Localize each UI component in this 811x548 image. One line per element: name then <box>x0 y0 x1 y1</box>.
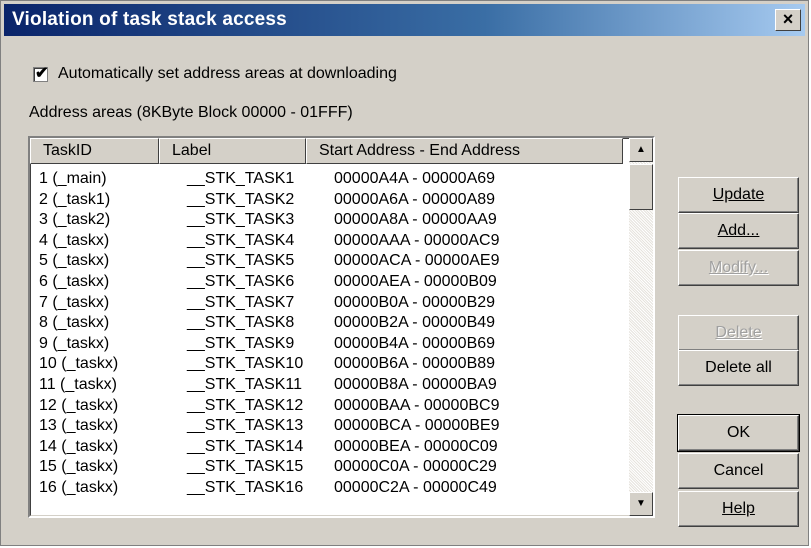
task-id-cell: 10 (_taskx) <box>39 355 119 373</box>
task-id-cell: 6 (_taskx) <box>39 272 110 290</box>
address-range-cell: 00000BCA - 00000BE9 <box>334 417 500 435</box>
cancel-button[interactable]: Cancel <box>678 453 799 489</box>
delete-button-label: Delete <box>715 324 762 341</box>
check-mark-icon: ✔ <box>35 64 49 82</box>
table-row[interactable]: 9 (_taskx) __STK_TASK9 00000B4A - 00000B69 <box>30 335 628 356</box>
table-row[interactable]: 4 (_taskx) __STK_TASK4 00000AAA - 00000AC9 <box>30 232 628 253</box>
add-button-label: Add... <box>717 222 760 239</box>
table-row[interactable]: 1 (_main) __STK_TASK1 00000A4A - 00000A69 <box>30 170 628 191</box>
label-cell: __STK_TASK13 <box>187 417 304 435</box>
add-button[interactable]: Add... <box>678 213 799 249</box>
title-bar[interactable]: Violation of task stack access × <box>4 4 805 36</box>
task-id-cell: 13 (_taskx) <box>39 417 119 435</box>
address-range-cell: 00000C2A - 00000C49 <box>334 478 497 496</box>
label-cell: __STK_TASK12 <box>187 396 304 414</box>
address-range-cell: 00000A6A - 00000A89 <box>334 190 496 208</box>
label-cell: __STK_TASK5 <box>187 252 295 270</box>
label-cell: __STK_TASK14 <box>187 437 304 455</box>
address-areas-list[interactable]: TaskID Label Start Address - End Address… <box>28 136 655 518</box>
update-button-label: Update <box>712 186 765 203</box>
list-rows: 1 (_main) __STK_TASK1 00000A4A - 00000A69 2… <box>30 170 628 500</box>
table-row[interactable]: 12 (_taskx) __STK_TASK12 00000BAA - 00000B… <box>30 397 628 418</box>
modify-button[interactable]: Modify... <box>678 250 799 286</box>
table-row[interactable]: 6 (_taskx) __STK_TASK6 00000AEA - 00000B09 <box>30 273 628 294</box>
address-range-cell: 00000BEA - 00000C09 <box>334 437 498 455</box>
auto-set-option[interactable]: ✔ Automatically set address areas at dow… <box>33 63 397 85</box>
table-row[interactable]: 2 (_task1) __STK_TASK2 00000A6A - 00000A89 <box>30 191 628 212</box>
label-cell: __STK_TASK10 <box>187 355 304 373</box>
table-row[interactable]: 11 (_taskx) __STK_TASK11 00000B8A - 00000B… <box>30 376 628 397</box>
close-button[interactable]: × <box>775 9 801 31</box>
column-header-address[interactable]: Start Address - End Address <box>306 138 623 164</box>
address-range-cell: 00000B2A - 00000B49 <box>334 314 496 332</box>
address-range-cell: 00000B8A - 00000BA9 <box>334 375 497 393</box>
task-id-cell: 15 (_taskx) <box>39 458 119 476</box>
address-range-cell: 00000B6A - 00000B89 <box>334 355 496 373</box>
task-id-cell: 3 (_task2) <box>39 211 111 229</box>
help-button[interactable]: Help <box>678 491 799 527</box>
task-id-cell: 16 (_taskx) <box>39 478 119 496</box>
task-id-cell: 7 (_taskx) <box>39 293 110 311</box>
dialog-window: Violation of task stack access × ✔ Autom… <box>0 0 809 546</box>
label-cell: __STK_TASK6 <box>187 272 295 290</box>
address-range-cell: 00000C0A - 00000C29 <box>334 458 497 476</box>
delete-all-button[interactable]: Delete all <box>678 350 799 386</box>
task-id-cell: 1 (_main) <box>39 170 107 187</box>
vertical-scrollbar[interactable]: ▲ ▼ <box>629 138 653 516</box>
help-button-label: Help <box>722 500 755 517</box>
ok-button[interactable]: OK <box>677 414 800 452</box>
address-range-cell: 00000B4A - 00000B69 <box>334 334 496 352</box>
label-cell: __STK_TASK2 <box>187 190 295 208</box>
modify-button-label: Modify... <box>708 259 769 276</box>
auto-set-label[interactable]: Automatically set address areas at downl… <box>58 65 397 83</box>
label-cell: __STK_TASK8 <box>187 314 295 332</box>
column-header-taskid[interactable]: TaskID <box>30 138 159 164</box>
task-id-cell: 2 (_task1) <box>39 190 111 208</box>
label-cell: __STK_TASK7 <box>187 293 295 311</box>
label-cell: __STK_TASK1 <box>187 170 295 187</box>
table-row[interactable]: 14 (_taskx) __STK_TASK14 00000BEA - 00000C… <box>30 438 628 459</box>
address-range-cell: 00000A4A - 00000A69 <box>334 170 496 187</box>
task-id-cell: 4 (_taskx) <box>39 231 110 249</box>
update-button[interactable]: Update <box>678 177 799 213</box>
table-row[interactable]: 16 (_taskx) __STK_TASK16 00000C2A - 00000C… <box>30 479 628 500</box>
window-title: Violation of task stack access <box>12 9 287 30</box>
auto-set-checkbox[interactable]: ✔ <box>33 65 48 82</box>
task-id-cell: 9 (_taskx) <box>39 334 110 352</box>
delete-all-button-label: Delete all <box>705 359 772 376</box>
delete-button[interactable]: Delete <box>678 315 799 351</box>
label-cell: __STK_TASK3 <box>187 211 295 229</box>
table-row[interactable]: 5 (_taskx) __STK_TASK5 00000ACA - 00000AE9 <box>30 252 628 273</box>
address-range-cell: 00000BAA - 00000BC9 <box>334 396 500 414</box>
label-cell: __STK_TASK11 <box>187 375 303 393</box>
address-range-cell: 00000ACA - 00000AE9 <box>334 252 500 270</box>
table-row[interactable]: 10 (_taskx) __STK_TASK10 00000B6A - 00000B… <box>30 355 628 376</box>
task-id-cell: 11 (_taskx) <box>39 375 117 393</box>
address-range-cell: 00000B0A - 00000B29 <box>334 293 496 311</box>
task-id-cell: 12 (_taskx) <box>39 396 119 414</box>
table-row[interactable]: 13 (_taskx) __STK_TASK13 00000BCA - 00000B… <box>30 417 628 438</box>
cancel-button-label: Cancel <box>713 462 764 479</box>
table-row[interactable]: 15 (_taskx) __STK_TASK15 00000C0A - 00000C… <box>30 458 628 479</box>
scroll-down-icon[interactable]: ▼ <box>629 492 653 516</box>
address-areas-label: Address areas (8KByte Block 00000 - 01FF… <box>29 104 353 121</box>
task-id-cell: 8 (_taskx) <box>39 314 110 332</box>
table-row[interactable]: 7 (_taskx) __STK_TASK7 00000B0A - 00000B29 <box>30 294 628 315</box>
address-range-cell: 00000A8A - 00000AA9 <box>334 211 497 229</box>
task-id-cell: 5 (_taskx) <box>39 252 110 270</box>
address-range-cell: 00000AEA - 00000B09 <box>334 272 497 290</box>
column-header-label[interactable]: Label <box>159 138 306 164</box>
label-cell: __STK_TASK9 <box>187 334 295 352</box>
task-id-cell: 14 (_taskx) <box>39 437 119 455</box>
ok-button-label: OK <box>726 424 751 441</box>
scroll-up-icon[interactable]: ▲ <box>629 138 653 162</box>
table-row[interactable]: 8 (_taskx) __STK_TASK8 00000B2A - 00000B49 <box>30 314 628 335</box>
scroll-thumb[interactable] <box>629 164 653 210</box>
list-header: TaskID Label Start Address - End Address <box>30 138 630 164</box>
label-cell: __STK_TASK4 <box>187 231 295 249</box>
label-cell: __STK_TASK15 <box>187 458 304 476</box>
table-row[interactable]: 3 (_task2) __STK_TASK3 00000A8A - 00000AA9 <box>30 211 628 232</box>
address-range-cell: 00000AAA - 00000AC9 <box>334 231 500 249</box>
label-cell: __STK_TASK16 <box>187 478 304 496</box>
